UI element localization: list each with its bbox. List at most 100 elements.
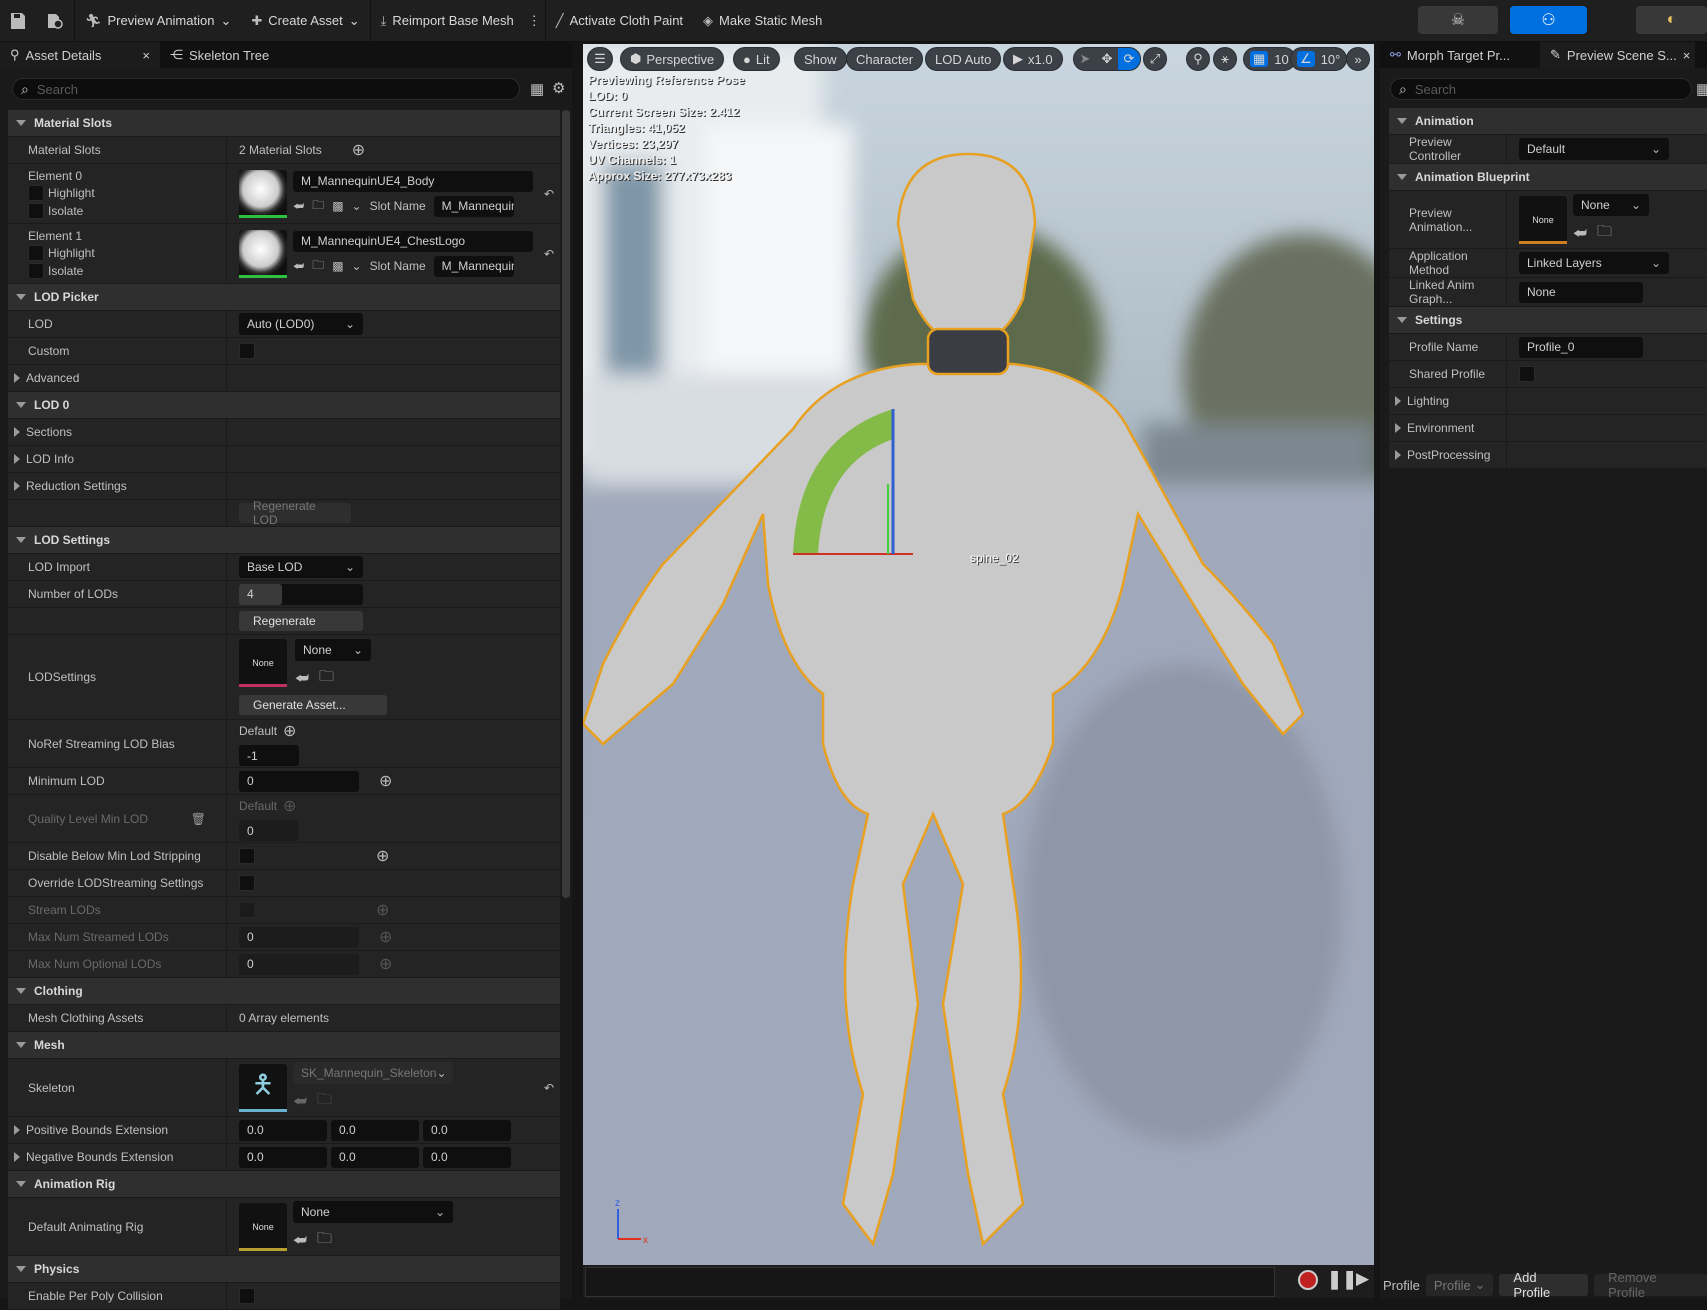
- timeline-scrubber[interactable]: [585, 1267, 1275, 1297]
- material-name-field[interactable]: M_MannequinUE4_Body: [293, 170, 533, 192]
- close-icon[interactable]: ×: [1683, 48, 1691, 63]
- skeleton-thumbnail[interactable]: 🯅: [239, 1063, 287, 1112]
- browse-asset-button[interactable]: [36, 0, 74, 42]
- more-toolbar-button[interactable]: »: [1346, 47, 1370, 71]
- settings-gear-icon[interactable]: ⚙: [552, 79, 565, 97]
- add-element-icon[interactable]: ⊕: [379, 771, 392, 791]
- dropdown[interactable]: Default ⌄: [1519, 138, 1669, 160]
- use-selected-icon[interactable]: ⮨: [293, 1089, 307, 1114]
- dropdown[interactable]: None ⌄: [295, 639, 371, 661]
- collapsed-arrow-icon[interactable]: [14, 373, 20, 383]
- category-lod-picker[interactable]: LOD Picker: [8, 284, 560, 311]
- expanded-arrow-icon[interactable]: [1397, 118, 1407, 124]
- category-lod-settings[interactable]: LOD Settings: [8, 527, 560, 554]
- collapsed-arrow-icon[interactable]: [14, 1152, 20, 1162]
- details-scrollbar[interactable]: [562, 110, 570, 898]
- rotation-snap-button[interactable]: ∠ 10°: [1290, 47, 1348, 71]
- add-element-icon[interactable]: ⊕: [376, 900, 389, 920]
- browse-asset-icon[interactable]: 🗀: [312, 196, 324, 217]
- add-element-icon[interactable]: ⊕: [283, 721, 296, 741]
- add-element-icon[interactable]: ⊕: [352, 140, 365, 160]
- material-thumbnail[interactable]: [239, 169, 287, 218]
- save-button[interactable]: [0, 0, 36, 42]
- use-selected-icon[interactable]: ⮨: [295, 666, 309, 691]
- skeleton-mode-button[interactable]: ☠: [1418, 6, 1498, 34]
- category-mesh[interactable]: Mesh: [8, 1032, 560, 1059]
- text-input[interactable]: None: [1519, 281, 1643, 303]
- collapsed-arrow-icon[interactable]: [1395, 423, 1401, 433]
- checkbox[interactable]: [239, 902, 255, 918]
- remove-profile-button[interactable]: Remove Profile: [1594, 1270, 1707, 1300]
- category-physics[interactable]: Physics: [8, 1256, 560, 1283]
- tab-asset-details[interactable]: ⚲ Asset Details ×: [0, 42, 160, 68]
- select-tool-icon[interactable]: ➤: [1074, 51, 1096, 67]
- reset-to-default-icon[interactable]: ↶: [544, 187, 554, 201]
- close-icon[interactable]: ×: [142, 48, 150, 63]
- generate-asset-button[interactable]: Generate Asset...: [239, 695, 387, 715]
- checker-icon[interactable]: ▩: [332, 259, 343, 273]
- local-space-button[interactable]: ⚲: [1186, 47, 1210, 71]
- number-input[interactable]: 0: [239, 820, 299, 841]
- lod-button[interactable]: LOD Auto: [925, 47, 1002, 71]
- make-static-mesh-button[interactable]: ◈ Make Static Mesh: [693, 0, 832, 42]
- preview-animation-button[interactable]: 🏃︎ Preview Animation ⌄: [75, 0, 241, 42]
- collapsed-arrow-icon[interactable]: [1395, 450, 1401, 460]
- lit-button[interactable]: ● Lit: [733, 47, 780, 71]
- material-name-field[interactable]: M_MannequinUE4_ChestLogo: [293, 230, 533, 252]
- add-element-icon[interactable]: ⊕: [379, 927, 392, 947]
- translate-tool-icon[interactable]: ✥: [1096, 51, 1118, 67]
- checkbox-isolate[interactable]: Isolate: [28, 262, 83, 279]
- use-selected-icon[interactable]: ⮨: [293, 1228, 307, 1253]
- category-animation[interactable]: Animation: [1389, 108, 1707, 135]
- profile-dropdown[interactable]: Profile ⌄: [1425, 1274, 1494, 1296]
- tab-morph-target-preview[interactable]: ⚯ Morph Target Pr...: [1380, 42, 1540, 68]
- expanded-arrow-icon[interactable]: [16, 988, 26, 994]
- reimport-base-mesh-button[interactable]: ⤓ Reimport Base Mesh: [371, 0, 524, 42]
- expanded-arrow-icon[interactable]: [16, 294, 26, 300]
- checkbox[interactable]: [28, 262, 44, 279]
- mesh-mode-button[interactable]: ⚇: [1510, 6, 1587, 34]
- dropdown[interactable]: Auto (LOD0) ⌄: [239, 313, 363, 335]
- add-element-icon[interactable]: ⊕: [376, 846, 389, 866]
- number-input[interactable]: 0: [239, 926, 359, 948]
- dropdown[interactable]: Linked Layers ⌄: [1519, 252, 1669, 274]
- expanded-arrow-icon[interactable]: [16, 402, 26, 408]
- category-animation-blueprint[interactable]: Animation Blueprint: [1389, 164, 1707, 191]
- checkbox[interactable]: [28, 202, 44, 219]
- details-search-input[interactable]: ⌕ Search: [12, 78, 520, 100]
- asset-thumbnail[interactable]: None: [239, 1202, 287, 1251]
- collapsed-arrow-icon[interactable]: [1395, 396, 1401, 406]
- number-input[interactable]: 0: [239, 953, 359, 975]
- checkbox-highlight[interactable]: Highlight: [28, 184, 95, 201]
- dropdown[interactable]: None ⌄: [293, 1200, 453, 1223]
- category-lod-0[interactable]: LOD 0: [8, 392, 560, 419]
- category-settings[interactable]: Settings: [1389, 307, 1707, 334]
- vector-z-input[interactable]: 0.0: [423, 1146, 511, 1168]
- checkbox[interactable]: [239, 1288, 255, 1304]
- material-thumbnail[interactable]: [239, 229, 287, 278]
- checkbox[interactable]: [28, 184, 44, 201]
- regenerate-lod-button[interactable]: Regenerate LOD: [239, 499, 351, 527]
- add-profile-button[interactable]: Add Profile: [1499, 1270, 1589, 1300]
- rotate-tool-icon[interactable]: ⟳: [1118, 48, 1140, 70]
- checkbox[interactable]: [239, 343, 255, 359]
- expanded-arrow-icon[interactable]: [1397, 174, 1407, 180]
- physics-mode-button[interactable]: ◐: [1636, 6, 1707, 34]
- show-button[interactable]: Show: [794, 47, 847, 71]
- tab-preview-scene-settings[interactable]: ✎ Preview Scene S... ×: [1540, 42, 1695, 68]
- asset-thumbnail[interactable]: None: [239, 639, 287, 687]
- add-element-icon[interactable]: ⊕: [283, 796, 296, 816]
- collapsed-arrow-icon[interactable]: [14, 481, 20, 491]
- vector-y-input[interactable]: 0.0: [331, 1119, 419, 1141]
- add-element-icon[interactable]: ⊕: [379, 954, 392, 974]
- chevron-down-icon[interactable]: ⌄: [352, 259, 362, 273]
- asset-thumbnail[interactable]: None: [1519, 195, 1567, 244]
- reset-to-default-icon[interactable]: ↶: [544, 247, 554, 261]
- perspective-button[interactable]: ⬢ Perspective: [620, 47, 725, 71]
- viewport[interactable]: z x spine_02 ☰ ⬢ Perspective ● Lit Show Ch…: [583, 44, 1374, 1265]
- scale-tool-button[interactable]: ⤢: [1143, 47, 1167, 71]
- trash-icon[interactable]: 🗑: [191, 812, 206, 826]
- table-view-icon[interactable]: ▦: [1696, 80, 1707, 98]
- checkbox[interactable]: [1519, 366, 1535, 382]
- collapsed-arrow-icon[interactable]: [14, 1125, 20, 1135]
